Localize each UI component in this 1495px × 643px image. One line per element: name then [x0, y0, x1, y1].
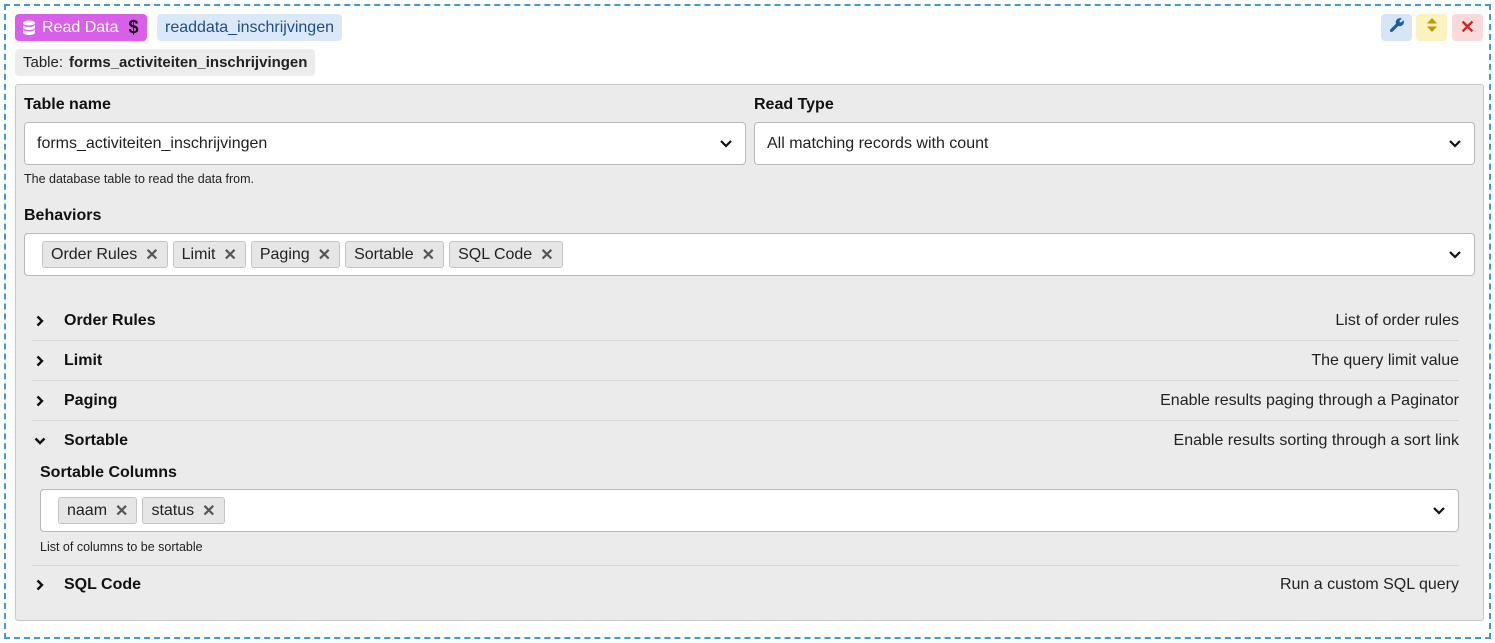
table-indicator-value: forms_activiteiten_inschrijvingen	[69, 54, 308, 71]
sortable-columns-help: List of columns to be sortable	[40, 540, 203, 554]
sortable-columns-multiselect[interactable]: naam ✕ status ✕	[40, 489, 1459, 532]
behavior-tag: Order Rules ✕	[42, 241, 168, 268]
behavior-tag-label: Sortable	[354, 245, 414, 263]
behaviors-multiselect[interactable]: Order Rules ✕ Limit ✕ Paging ✕ Sortable ✕ SQ…	[24, 233, 1475, 276]
section-sortable[interactable]: Sortable Enable results sorting through …	[32, 421, 1459, 461]
behavior-tag-label: SQL Code	[458, 245, 533, 263]
section-order-rules[interactable]: Order Rules List of order rules	[32, 301, 1459, 341]
behavior-tag: SQL Code ✕	[449, 241, 563, 268]
section-sql-code[interactable]: SQL Code Run a custom SQL query	[32, 565, 1459, 605]
collapse-toggle-button[interactable]	[1416, 14, 1447, 41]
remove-tag-icon[interactable]: ✕	[422, 245, 435, 265]
behaviors-label: Behaviors	[24, 207, 102, 224]
chevron-down-icon	[1448, 248, 1462, 262]
settings-panel: Table name forms_activiteiten_inschrijvi…	[15, 84, 1484, 621]
chevron-right-icon	[32, 315, 48, 327]
chevron-right-icon	[32, 395, 48, 407]
section-description: Enable results sorting through a sort li…	[1173, 432, 1459, 449]
read-type-value: All matching records with count	[767, 134, 989, 152]
section-description: Enable results paging through a Paginato…	[1160, 391, 1459, 409]
remove-tag-icon[interactable]: ✕	[318, 245, 331, 265]
table-indicator-label: Table:	[23, 54, 64, 71]
remove-tag-icon[interactable]: ✕	[145, 245, 158, 265]
remove-tag-icon[interactable]: ✕	[540, 245, 553, 265]
table-name-value: forms_activiteiten_inschrijvingen	[37, 134, 268, 152]
chevron-down-icon	[1448, 137, 1462, 151]
behavior-tag-label: Paging	[259, 245, 310, 263]
column-tag-label: status	[151, 501, 195, 519]
wrench-icon	[1389, 17, 1405, 38]
section-limit[interactable]: Limit The query limit value	[32, 341, 1459, 381]
chevron-right-icon	[32, 579, 48, 591]
table-name-select[interactable]: forms_activiteiten_inschrijvingen	[24, 122, 746, 165]
read-type-label: Read Type	[754, 96, 834, 113]
sortable-columns-tags: naam ✕ status ✕	[58, 497, 1432, 524]
chevron-down-icon	[32, 437, 48, 445]
block-type-label: Read Data	[42, 18, 119, 36]
chevron-right-icon	[32, 355, 48, 367]
remove-tag-icon[interactable]: ✕	[115, 501, 128, 521]
section-paging[interactable]: Paging Enable results paging through a P…	[32, 381, 1459, 421]
chevron-down-icon	[1432, 504, 1446, 518]
database-icon	[22, 20, 36, 36]
behavior-tag: Limit ✕	[172, 241, 246, 268]
table-name-label: Table name	[24, 96, 111, 113]
block-type-badge[interactable]: Read Data $	[15, 14, 147, 41]
column-tag-label: naam	[67, 501, 108, 519]
behavior-tag: Sortable ✕	[345, 241, 445, 268]
behaviors-tags: Order Rules ✕ Limit ✕ Paging ✕ Sortable ✕ SQ…	[42, 241, 1448, 268]
section-title: Limit	[64, 351, 103, 369]
sortable-columns-label: Sortable Columns	[40, 464, 177, 481]
instance-name-badge[interactable]: readdata_inschrijvingen	[157, 14, 342, 41]
table-indicator: Table: forms_activiteiten_inschrijvingen	[15, 49, 316, 76]
column-tag: naam ✕	[58, 497, 138, 524]
read-type-select[interactable]: All matching records with count	[754, 122, 1475, 165]
section-description: List of order rules	[1335, 311, 1459, 329]
behavior-tag: Paging ✕	[250, 241, 341, 268]
section-title: Order Rules	[64, 311, 156, 329]
settings-button[interactable]	[1381, 14, 1412, 41]
chevron-down-icon	[719, 137, 733, 151]
section-title: Paging	[64, 391, 118, 409]
behavior-tag-label: Order Rules	[51, 245, 138, 263]
sort-arrows-icon	[1426, 17, 1438, 38]
section-title: Sortable	[64, 432, 129, 449]
remove-tag-icon[interactable]: ✕	[223, 245, 236, 265]
table-name-help: The database table to read the data from…	[24, 172, 255, 186]
remove-tag-icon[interactable]: ✕	[202, 501, 215, 521]
section-description: The query limit value	[1311, 351, 1459, 369]
section-description: Run a custom SQL query	[1279, 576, 1459, 593]
dollar-icon: $	[128, 17, 139, 37]
behavior-tag-label: Limit	[181, 245, 216, 263]
column-tag: status ✕	[142, 497, 225, 524]
section-title: SQL Code	[64, 576, 142, 593]
remove-block-button[interactable]: ✕	[1452, 14, 1483, 41]
close-icon: ✕	[1459, 17, 1476, 37]
